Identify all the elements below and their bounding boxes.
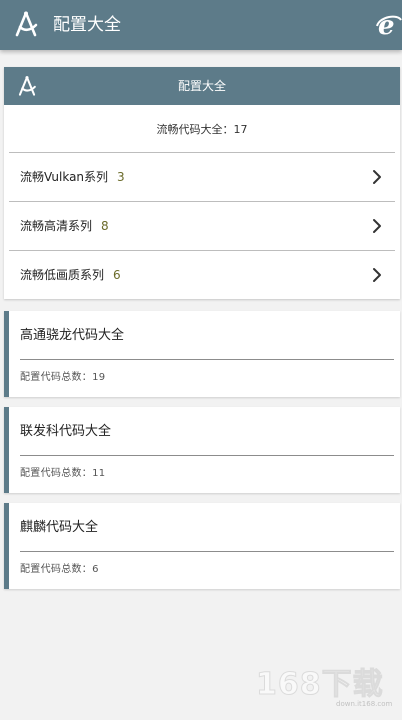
chip-card-count: 配置代码总数：19 xyxy=(20,372,106,383)
accent-bar xyxy=(4,407,9,493)
chip-card-count: 配置代码总数：11 xyxy=(20,468,106,479)
watermark-brand: 168下载 xyxy=(256,667,384,702)
summary-card-header: 配置大全 xyxy=(4,67,400,105)
series-label: 流畅Vulkan系列 3 xyxy=(20,170,125,184)
chip-card-snapdragon[interactable]: 高通骁龙代码大全 配置代码总数：19 xyxy=(4,311,400,397)
chevron-right-icon xyxy=(373,268,381,282)
app-title: 配置大全 xyxy=(53,15,121,35)
chip-card-title: 高通骁龙代码大全 xyxy=(20,328,125,343)
summary-card: 配置大全 流畅代码大全：17 流畅Vulkan系列 3 流畅高清系列 8 流畅低画质… xyxy=(4,67,400,299)
series-count: 8 xyxy=(101,219,109,233)
accent-bar xyxy=(4,503,9,589)
series-count: 3 xyxy=(117,170,125,184)
series-row-vulkan[interactable]: 流畅Vulkan系列 3 xyxy=(9,152,395,200)
chip-card-mediatek[interactable]: 联发科代码大全 配置代码总数：11 xyxy=(4,407,400,493)
divider xyxy=(20,455,394,456)
compass-icon[interactable] xyxy=(12,10,40,38)
series-row-low-quality[interactable]: 流畅低画质系列 6 xyxy=(9,250,395,298)
watermark: 168下载 down.it168.com xyxy=(256,667,396,712)
chip-card-title: 联发科代码大全 xyxy=(20,424,112,439)
divider xyxy=(20,551,394,552)
chip-card-title: 麒麟代码大全 xyxy=(20,520,99,535)
summary-card-title: 配置大全 xyxy=(177,79,226,93)
series-label: 流畅高清系列 8 xyxy=(20,219,109,233)
accent-bar xyxy=(4,311,9,397)
series-label: 流畅低画质系列 6 xyxy=(20,268,121,282)
divider xyxy=(20,359,394,360)
chip-card-count: 配置代码总数：6 xyxy=(20,564,99,575)
ie-browser-icon[interactable]: e xyxy=(376,12,402,38)
watermark-url: down.it168.com xyxy=(336,700,393,708)
app-bar: 配置大全 e xyxy=(0,0,402,50)
series-row-hd[interactable]: 流畅高清系列 8 xyxy=(9,201,395,249)
total-code-count: 流畅代码大全：17 xyxy=(156,123,248,136)
chevron-right-icon xyxy=(373,170,381,184)
chip-card-kirin[interactable]: 麒麟代码大全 配置代码总数：6 xyxy=(4,503,400,589)
series-count: 6 xyxy=(113,268,121,282)
chevron-right-icon xyxy=(373,219,381,233)
